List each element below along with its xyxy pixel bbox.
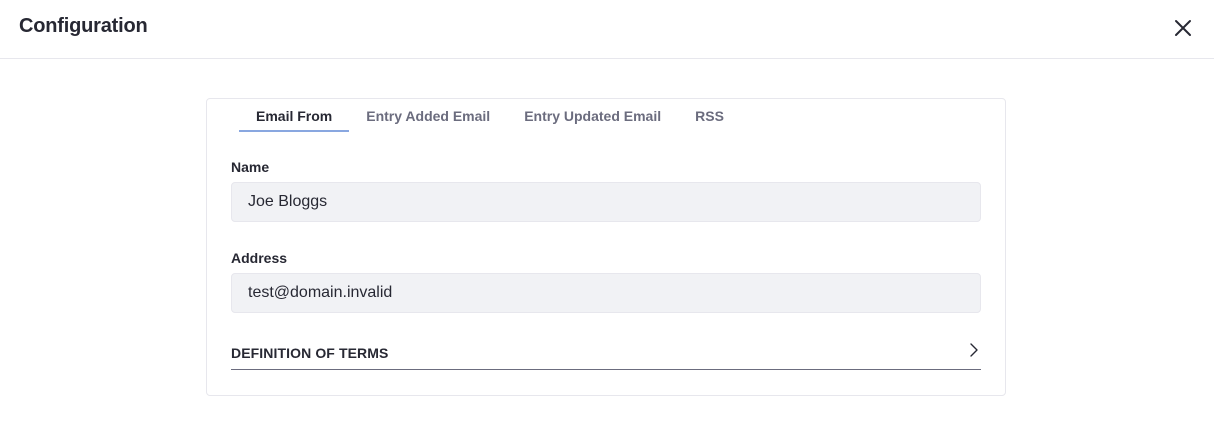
configuration-panel: Email From Entry Added Email Entry Updat… (206, 98, 1006, 396)
modal-title: Configuration (19, 15, 148, 37)
address-field[interactable]: test@domain.invalid (231, 273, 981, 313)
modal-header: Configuration (0, 0, 1214, 59)
definition-of-terms-toggle[interactable]: DEFINITION OF TERMS (231, 339, 981, 370)
chevron-right-icon (970, 343, 978, 357)
tab-entry-added-email[interactable]: Entry Added Email (349, 99, 507, 132)
close-button[interactable] (1171, 16, 1195, 40)
address-label: Address (231, 250, 288, 266)
tab-email-from[interactable]: Email From (239, 99, 350, 132)
tab-rss[interactable]: RSS (678, 99, 741, 132)
name-field[interactable]: Joe Bloggs (231, 182, 981, 222)
definition-of-terms-label: DEFINITION OF TERMS (231, 345, 389, 361)
name-label: Name (231, 159, 270, 175)
tab-bar: Email From Entry Added Email Entry Updat… (239, 99, 741, 132)
close-icon (1175, 20, 1191, 36)
tab-entry-updated-email[interactable]: Entry Updated Email (507, 99, 678, 132)
